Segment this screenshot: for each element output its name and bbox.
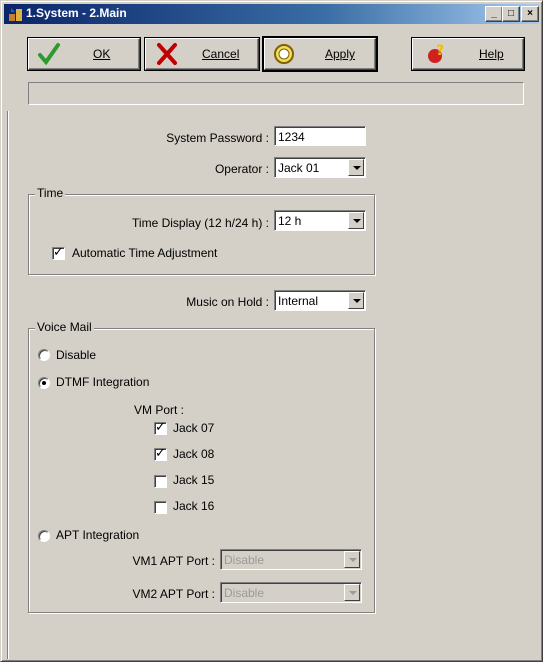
time-display-value: 12 h bbox=[278, 214, 302, 228]
help-icon: ? bbox=[428, 43, 444, 63]
vm2-apt-port-select[interactable]: Disable bbox=[220, 582, 362, 603]
title-bar[interactable]: 1.System - 2.Main _ □ × bbox=[4, 4, 539, 24]
operator-select[interactable]: Jack 01 bbox=[274, 157, 366, 178]
apply-circle-icon bbox=[274, 44, 294, 64]
voice-mail-group-label: Voice Mail bbox=[35, 320, 94, 334]
vm1-apt-port-select[interactable]: Disable bbox=[220, 549, 362, 570]
music-on-hold-select[interactable]: Internal bbox=[274, 290, 366, 311]
port-jack07-label: Jack 07 bbox=[173, 421, 215, 435]
time-display-label: Time Display (12 h/24 h) : bbox=[132, 216, 269, 230]
auto-time-checkbox[interactable] bbox=[52, 245, 65, 260]
main-window: 1.System - 2.Main _ □ × OK Cancel Apply … bbox=[0, 0, 543, 662]
vm1-apt-port-value: Disable bbox=[224, 553, 265, 567]
chevron-down-icon[interactable] bbox=[348, 159, 364, 176]
divider bbox=[7, 111, 8, 659]
port-jack07-checkbox[interactable] bbox=[154, 420, 167, 435]
status-bar bbox=[28, 82, 524, 105]
ok-button[interactable]: OK bbox=[28, 38, 140, 70]
chevron-down-icon[interactable] bbox=[348, 292, 364, 309]
chevron-down-icon[interactable] bbox=[344, 551, 360, 568]
window-title: 1.System - 2.Main bbox=[26, 6, 127, 20]
port-jack15-checkbox[interactable] bbox=[154, 475, 167, 488]
vm1-apt-port-label: VM1 APT Port : bbox=[132, 554, 215, 568]
port-jack15-label: Jack 15 bbox=[173, 473, 215, 487]
operator-label: Operator : bbox=[214, 162, 269, 176]
vm2-apt-port-value: Disable bbox=[224, 586, 265, 600]
minimize-button[interactable]: _ bbox=[485, 6, 503, 22]
chevron-down-icon[interactable] bbox=[348, 212, 364, 229]
apply-button[interactable]: Apply bbox=[264, 38, 376, 70]
time-group: Time bbox=[28, 186, 375, 275]
port-jack16-label: Jack 16 bbox=[173, 499, 215, 513]
time-group-label: Time bbox=[35, 186, 66, 200]
maximize-button[interactable]: □ bbox=[502, 6, 520, 22]
time-display-select[interactable]: 12 h bbox=[274, 210, 366, 231]
voice-mail-group: Voice Mail bbox=[28, 320, 375, 613]
vm-port-label: VM Port : bbox=[134, 403, 185, 417]
port-jack16-checkbox[interactable] bbox=[154, 501, 167, 514]
apply-label: Apply bbox=[325, 47, 356, 61]
disable-label: Disable bbox=[56, 348, 97, 362]
disable-radio[interactable] bbox=[38, 349, 50, 361]
password-input[interactable]: 1234 bbox=[274, 126, 366, 146]
ok-label: OK bbox=[93, 47, 111, 61]
operator-value: Jack 01 bbox=[278, 161, 320, 175]
close-button[interactable]: × bbox=[521, 6, 539, 22]
checkmark-icon bbox=[38, 43, 60, 66]
dtmf-radio[interactable] bbox=[38, 377, 50, 389]
music-on-hold-value: Internal bbox=[278, 294, 319, 308]
cancel-x-icon bbox=[157, 43, 177, 65]
dtmf-label: DTMF Integration bbox=[56, 375, 150, 389]
help-label: Help bbox=[479, 47, 504, 61]
chevron-down-icon[interactable] bbox=[344, 584, 360, 601]
port-jack08-checkbox[interactable] bbox=[154, 446, 167, 461]
apt-radio[interactable] bbox=[38, 530, 50, 542]
app-icon bbox=[9, 8, 22, 21]
password-label: System Password : bbox=[166, 131, 269, 145]
port-jack08-label: Jack 08 bbox=[173, 447, 215, 461]
vm2-apt-port-label: VM2 APT Port : bbox=[132, 587, 215, 601]
cancel-button[interactable]: Cancel bbox=[145, 38, 259, 70]
cancel-label: Cancel bbox=[202, 47, 240, 61]
auto-time-label: Automatic Time Adjustment bbox=[72, 246, 218, 260]
svg-text:?: ? bbox=[436, 43, 444, 59]
help-button[interactable]: ? Help bbox=[412, 38, 524, 70]
music-on-hold-label: Music on Hold : bbox=[186, 295, 269, 309]
apt-label: APT Integration bbox=[56, 528, 140, 542]
